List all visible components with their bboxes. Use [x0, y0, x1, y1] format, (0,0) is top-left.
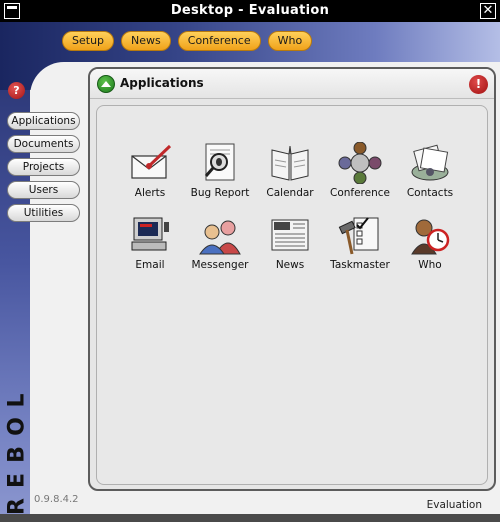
desktop-window: Setup News Conference Who ? Applications…: [0, 22, 500, 522]
window-title: Desktop - Evaluation: [170, 3, 330, 18]
nav-who-button[interactable]: Who: [267, 31, 313, 51]
rebol-logo: R E B O L: [4, 382, 30, 522]
app-calendar[interactable]: Calendar: [255, 142, 325, 200]
app-email[interactable]: Email: [115, 214, 185, 272]
version-label: 0.9.8.4.2: [34, 494, 79, 505]
top-navigation: Setup News Conference Who: [62, 31, 313, 51]
title-bar: Desktop - Evaluation ✕: [0, 0, 500, 22]
app-alerts[interactable]: Alerts: [115, 142, 185, 200]
who-icon: [408, 214, 452, 256]
app-label: Bug Report: [190, 187, 250, 199]
side-navigation: Applications Documents Projects Users Ut…: [7, 112, 80, 222]
sidebar-item-utilities[interactable]: Utilities: [7, 204, 80, 222]
app-who[interactable]: Who: [395, 214, 465, 272]
panel-title: Applications: [120, 76, 204, 90]
help-icon[interactable]: ?: [8, 82, 25, 99]
sidebar-item-documents[interactable]: Documents: [7, 135, 80, 153]
email-icon: [128, 214, 172, 256]
panel-body: Alerts Bug Report Calendar Conference Co…: [96, 105, 488, 485]
logo-letter: B: [4, 446, 30, 463]
applications-panel-icon: [97, 75, 115, 93]
app-label: Conference: [329, 187, 390, 199]
logo-letter: R: [4, 498, 30, 515]
app-label: News: [275, 259, 305, 271]
contacts-icon: [408, 142, 452, 184]
alerts-icon: [128, 142, 172, 184]
sidebar-item-users[interactable]: Users: [7, 181, 80, 199]
panel-header: Applications !: [90, 69, 494, 99]
conference-icon: [338, 141, 382, 185]
nav-conference-button[interactable]: Conference: [177, 31, 261, 51]
nav-news-button[interactable]: News: [121, 31, 171, 51]
app-label: Email: [135, 259, 165, 271]
close-button[interactable]: ✕: [480, 3, 496, 19]
app-label: Calendar: [266, 187, 314, 199]
app-label: Alerts: [134, 187, 166, 199]
applications-panel: Applications ! Alerts Bug Report Calenda…: [88, 67, 496, 491]
news-icon: [268, 214, 312, 256]
app-bug-report[interactable]: Bug Report: [185, 142, 255, 200]
calendar-icon: [268, 142, 312, 184]
app-grid: Alerts Bug Report Calendar Conference Co…: [115, 141, 465, 272]
app-label: Taskmaster: [330, 259, 390, 271]
app-news[interactable]: News: [255, 214, 325, 272]
bottom-bar: [0, 514, 500, 522]
alert-icon[interactable]: !: [469, 75, 488, 94]
nav-setup-button[interactable]: Setup: [62, 31, 115, 51]
app-label: Who: [418, 259, 442, 271]
sidebar-item-projects[interactable]: Projects: [7, 158, 80, 176]
logo-letter: E: [4, 472, 30, 489]
app-conference[interactable]: Conference: [325, 141, 395, 200]
status-text: Evaluation: [426, 499, 482, 511]
logo-letter: L: [4, 393, 30, 408]
sidebar-item-applications[interactable]: Applications: [7, 112, 80, 130]
app-taskmaster[interactable]: Taskmaster: [325, 214, 395, 272]
taskmaster-icon: [338, 214, 382, 256]
logo-letter: O: [4, 417, 30, 436]
app-messenger[interactable]: Messenger: [185, 214, 255, 272]
app-label: Messenger: [191, 259, 249, 271]
app-contacts[interactable]: Contacts: [395, 142, 465, 200]
bug-report-icon: [198, 142, 242, 184]
messenger-icon: [198, 214, 242, 256]
app-label: Contacts: [406, 187, 454, 199]
